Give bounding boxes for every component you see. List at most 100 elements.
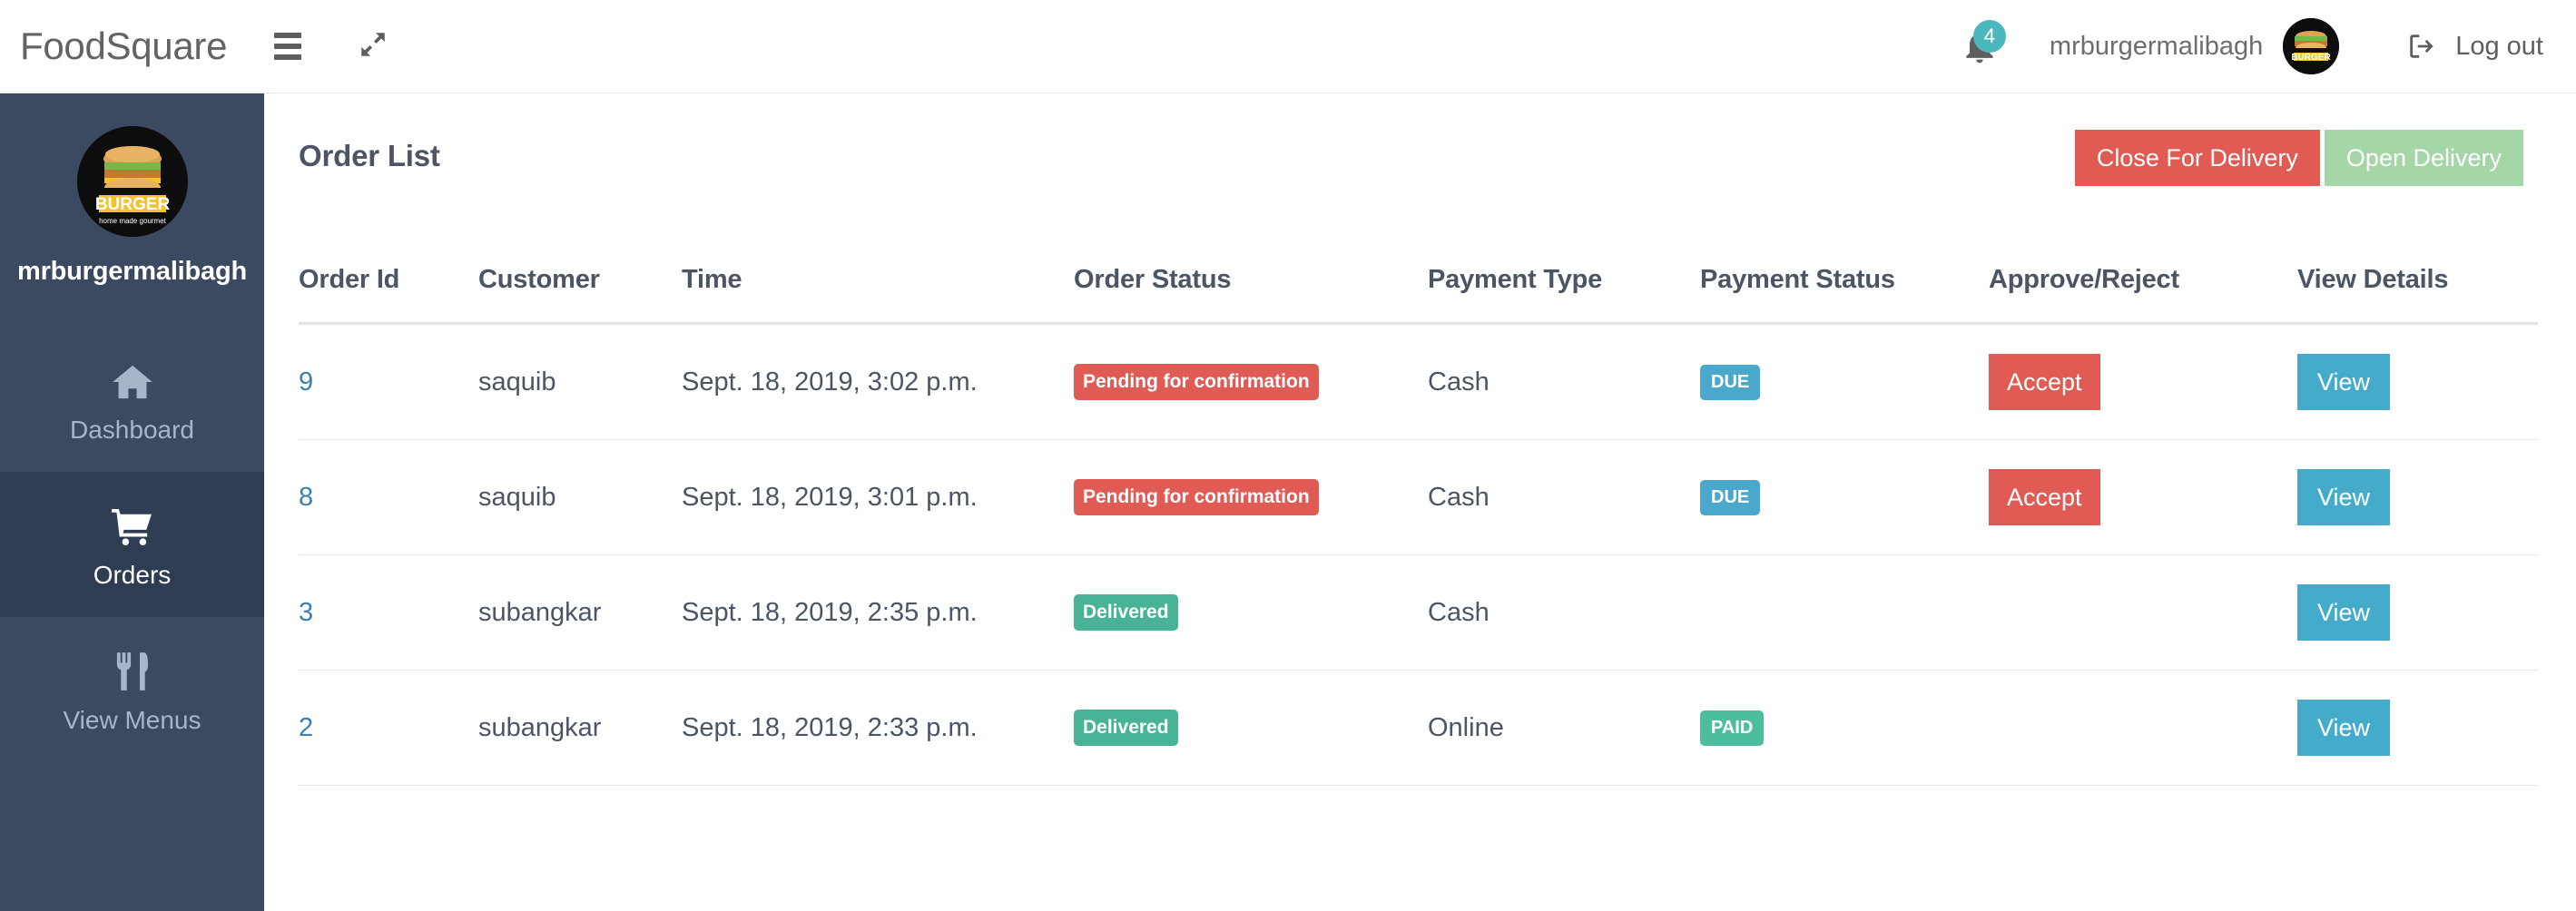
- sidebar-item-orders[interactable]: Orders: [0, 472, 264, 617]
- table-header-row: Order Id Customer Time Order Status Paym…: [299, 265, 2538, 325]
- cell-approve-reject: [1989, 670, 2297, 786]
- svg-text:BURGER: BURGER: [94, 195, 170, 214]
- sidebar-avatar[interactable]: BURGER home made gourmet: [76, 126, 188, 237]
- order-id-link[interactable]: 9: [299, 367, 313, 397]
- order-status-badge: Delivered: [1074, 594, 1178, 631]
- column-header-payment-status: Payment Status: [1700, 265, 1989, 325]
- sidebar-item-label: Dashboard: [70, 415, 194, 444]
- topbar-username: mrburgermalibagh: [2049, 31, 2264, 61]
- view-order-button[interactable]: View: [2297, 354, 2391, 410]
- cell-order-id: 3: [299, 554, 478, 671]
- cell-order-id: 2: [299, 670, 478, 786]
- cell-payment-status: DUE: [1700, 323, 1989, 440]
- close-for-delivery-button[interactable]: Close For Delivery: [2074, 130, 2320, 186]
- accept-order-button[interactable]: Accept: [1989, 354, 2100, 410]
- cart-icon: [111, 500, 153, 545]
- cell-view-details: View: [2297, 323, 2538, 440]
- cell-payment-status: [1700, 554, 1989, 671]
- orders-table-head: Order Id Customer Time Order Status Paym…: [299, 265, 2538, 325]
- cell-order-status: Delivered: [1074, 554, 1428, 671]
- cell-order-id: 8: [299, 439, 478, 555]
- logout-label: Log out: [2455, 31, 2543, 61]
- expand-arrows-icon[interactable]: [358, 29, 388, 64]
- column-header-order-id: Order Id: [299, 265, 478, 325]
- view-order-button[interactable]: View: [2297, 700, 2391, 756]
- cart-icon-glyph: [111, 508, 152, 545]
- cell-payment-status: PAID: [1700, 670, 1989, 786]
- svg-text:home made gourmet: home made gourmet: [99, 217, 167, 225]
- payment-status-badge: PAID: [1700, 710, 1765, 746]
- order-status-badge: Pending for confirmation: [1074, 479, 1319, 515]
- avatar-logo-icon: BURGER: [2283, 18, 2340, 74]
- cell-order-status: Pending for confirmation: [1074, 439, 1428, 555]
- order-status-badge: Delivered: [1074, 710, 1178, 746]
- cell-time: Sept. 18, 2019, 2:33 p.m.: [682, 670, 1074, 786]
- table-row: 8 saquib Sept. 18, 2019, 3:01 p.m. Pending …: [299, 439, 2538, 555]
- cell-customer: subangkar: [478, 554, 682, 671]
- view-order-button[interactable]: View: [2297, 469, 2391, 525]
- cell-payment-type: Cash: [1428, 554, 1700, 671]
- table-row: 9 saquib Sept. 18, 2019, 3:02 p.m. Pending …: [299, 323, 2538, 440]
- cell-approve-reject: [1989, 554, 2297, 671]
- main-header-row: Order List Close For Delivery Open Deliv…: [264, 93, 2576, 186]
- home-icon: [112, 355, 152, 400]
- sidebar-item-label: Orders: [93, 560, 172, 589]
- column-header-customer: Customer: [478, 265, 682, 325]
- topbar-right-group: 4 mrburgermalibagh BURGER Log out: [1952, 0, 2576, 93]
- top-navbar: FoodSquare 4 mrburgermalibagh BURGER Log…: [0, 0, 2576, 93]
- sidebar-item-dashboard[interactable]: Dashboard: [0, 327, 264, 472]
- cell-payment-type: Cash: [1428, 439, 1700, 555]
- app-brand-title: FoodSquare: [20, 24, 228, 67]
- cell-payment-type: Online: [1428, 670, 1700, 786]
- sidebar-item-label: View Menus: [63, 705, 202, 734]
- cell-view-details: View: [2297, 439, 2538, 555]
- cell-time: Sept. 18, 2019, 2:35 p.m.: [682, 554, 1074, 671]
- column-header-time: Time: [682, 265, 1074, 325]
- hamburger-icon-glyph: [274, 27, 302, 65]
- cell-approve-reject: Accept: [1989, 323, 2297, 440]
- orders-table: Order Id Customer Time Order Status Paym…: [299, 265, 2538, 786]
- sidebar-username: mrburgermalibagh: [16, 257, 247, 286]
- cell-customer: saquib: [478, 439, 682, 555]
- column-header-payment-type: Payment Type: [1428, 265, 1700, 325]
- table-row: 2 subangkar Sept. 18, 2019, 2:33 p.m. Deliv…: [299, 670, 2538, 786]
- page-title: Order List: [299, 139, 440, 172]
- payment-status-badge: DUE: [1700, 364, 1761, 400]
- payment-status-badge: DUE: [1700, 479, 1761, 515]
- cell-order-status: Pending for confirmation: [1074, 323, 1428, 440]
- column-header-approve-reject: Approve/Reject: [1989, 265, 2297, 325]
- main-content: Order List Close For Delivery Open Deliv…: [264, 93, 2576, 911]
- column-header-order-status: Order Status: [1074, 265, 1428, 325]
- cell-customer: saquib: [478, 323, 682, 440]
- sign-out-icon: [2410, 34, 2433, 58]
- accept-order-button[interactable]: Accept: [1989, 469, 2100, 525]
- order-id-link[interactable]: 3: [299, 598, 313, 627]
- cell-approve-reject: Accept: [1989, 439, 2297, 555]
- logout-button[interactable]: Log out: [2406, 31, 2543, 62]
- order-id-link[interactable]: 2: [299, 713, 313, 742]
- table-row: 3 subangkar Sept. 18, 2019, 2:35 p.m. Deliv…: [299, 554, 2538, 671]
- column-header-view-details: View Details: [2297, 265, 2538, 325]
- cell-payment-status: DUE: [1700, 439, 1989, 555]
- view-order-button[interactable]: View: [2297, 584, 2391, 641]
- expand-arrows-icon-glyph: [361, 32, 385, 56]
- notification-count-badge: 4: [1972, 20, 2006, 53]
- cell-time: Sept. 18, 2019, 3:01 p.m.: [682, 439, 1074, 555]
- cell-view-details: View: [2297, 554, 2538, 671]
- cell-order-id: 9: [299, 323, 478, 440]
- cutlery-icon-glyph: [116, 651, 148, 691]
- notifications-button[interactable]: 4: [1952, 18, 2008, 74]
- open-delivery-button[interactable]: Open Delivery: [2324, 130, 2523, 186]
- avatar-logo-icon: BURGER home made gourmet: [76, 126, 188, 237]
- hamburger-icon[interactable]: [274, 27, 302, 65]
- delivery-actions: Close For Delivery Open Delivery: [2074, 130, 2523, 186]
- cell-customer: subangkar: [478, 670, 682, 786]
- sidebar-item-view-menus[interactable]: View Menus: [0, 617, 264, 762]
- order-id-link[interactable]: 8: [299, 483, 313, 512]
- avatar[interactable]: BURGER: [2283, 18, 2340, 74]
- cutlery-icon: [115, 645, 150, 691]
- cell-time: Sept. 18, 2019, 3:02 p.m.: [682, 323, 1074, 440]
- orders-table-body: 9 saquib Sept. 18, 2019, 3:02 p.m. Pending …: [299, 323, 2538, 786]
- svg-text:BURGER: BURGER: [2292, 53, 2332, 63]
- sidebar-nav: Dashboard Orders View Menus: [0, 327, 264, 762]
